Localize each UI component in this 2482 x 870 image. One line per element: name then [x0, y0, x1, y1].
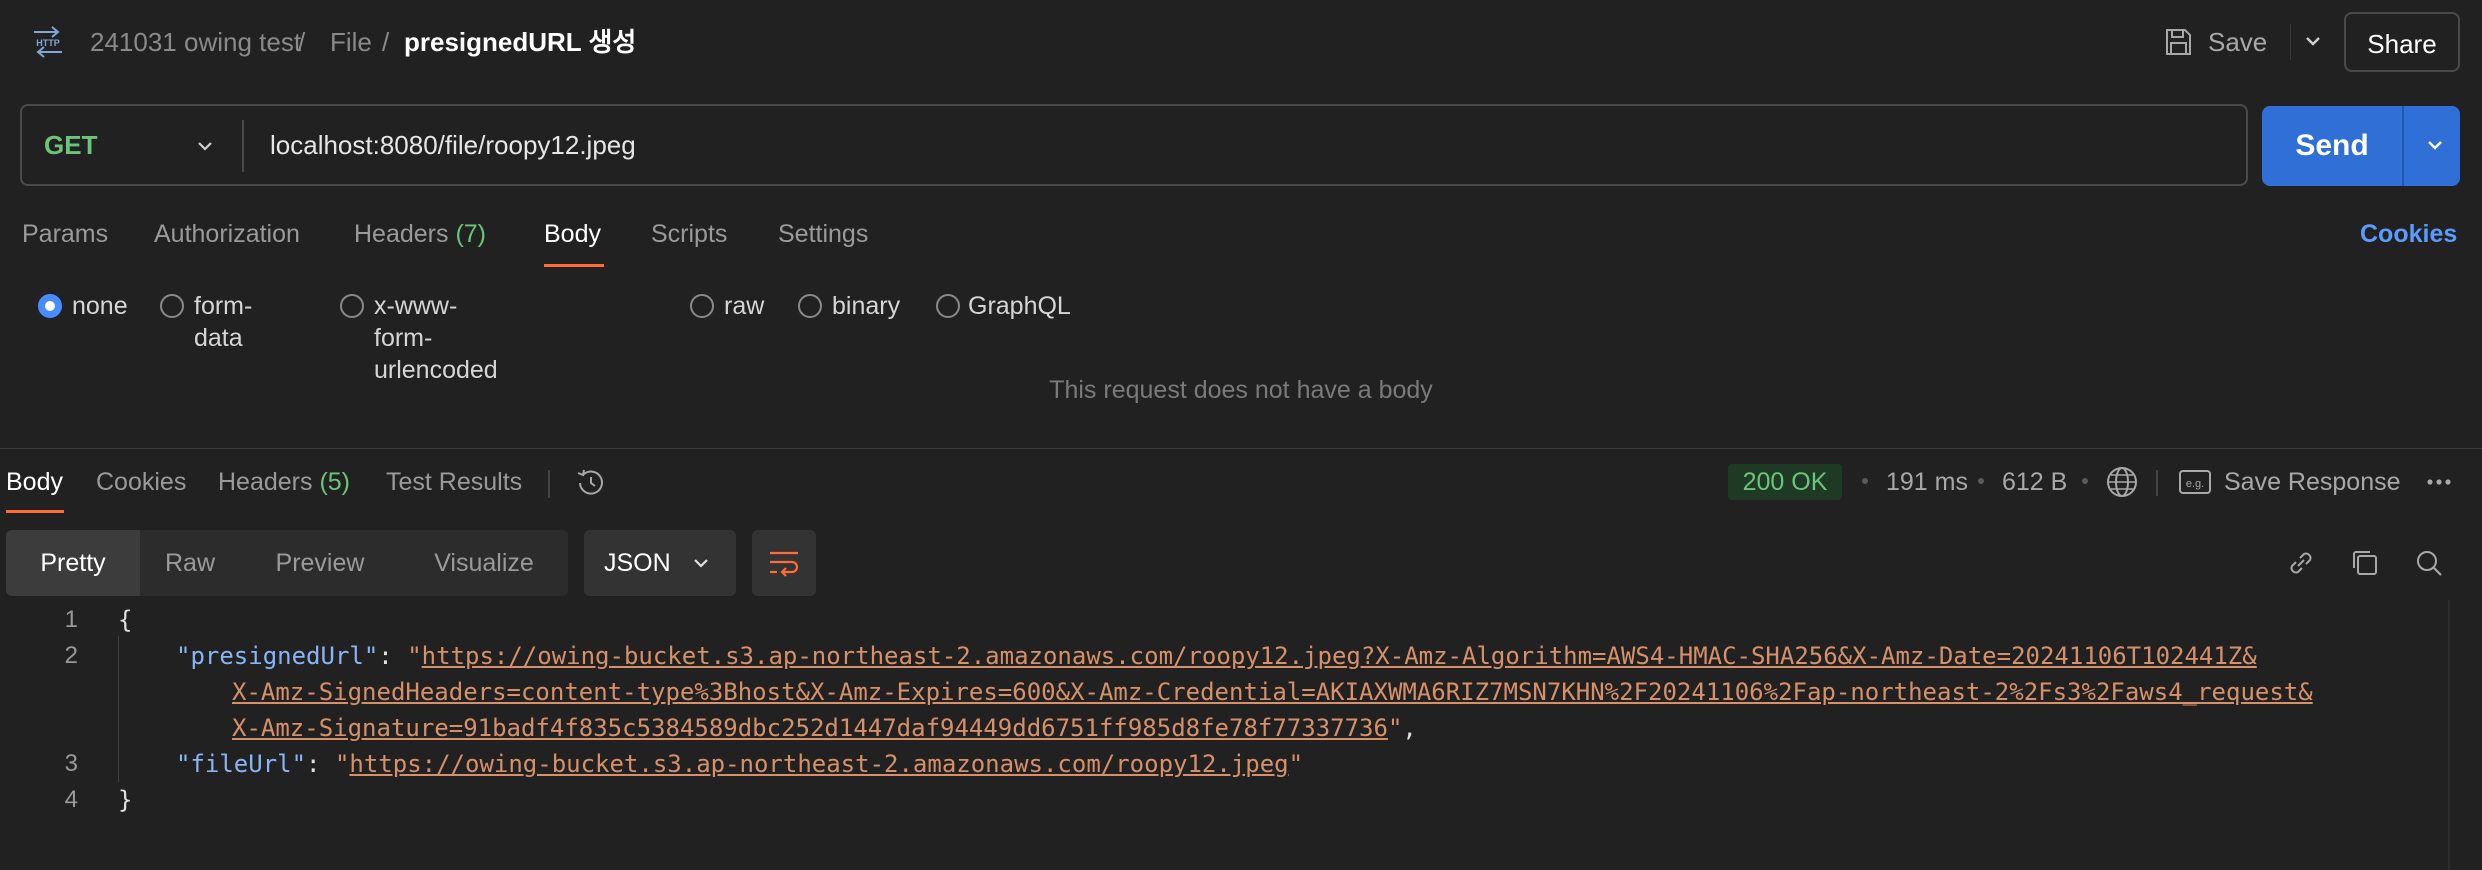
- status-badge[interactable]: 200 OK: [1728, 464, 1842, 500]
- format-preview[interactable]: Preview: [240, 530, 400, 596]
- json-close-brace: }: [118, 786, 133, 814]
- presigned-url-link[interactable]: X-Amz-Signature=91badf4f835c5384589dbc25…: [232, 714, 1388, 742]
- chevron-down-icon: [2306, 37, 2320, 46]
- request-title[interactable]: presignedURL 생성: [404, 26, 636, 58]
- format-visualize[interactable]: Visualize: [400, 530, 568, 596]
- radio-urlencoded-label[interactable]: x-www-form-urlencoded: [374, 290, 498, 386]
- response-tab-headers-count: (5): [319, 468, 351, 496]
- request-header: HTTP 241031 owing test / File / presigne…: [0, 0, 2482, 84]
- copy-icon[interactable]: [2348, 546, 2382, 580]
- radio-none-label[interactable]: none: [72, 290, 128, 322]
- json-line-presigned: "presignedUrl": "https://owing-bucket.s3…: [176, 642, 2257, 670]
- radio-graphql[interactable]: [936, 294, 960, 318]
- globe-icon[interactable]: [2104, 464, 2140, 500]
- response-tab-headers-label: Headers: [218, 468, 313, 496]
- json-line-presigned-wrap: X-Amz-Signature=91badf4f835c5384589dbc25…: [232, 714, 1417, 742]
- cookies-link[interactable]: Cookies: [2360, 218, 2457, 250]
- send-button[interactable]: Send: [2262, 106, 2402, 186]
- language-select-value: JSON: [604, 549, 671, 577]
- radio-form-data-label[interactable]: form-data: [194, 290, 252, 354]
- json-open-brace: {: [118, 606, 133, 634]
- format-raw[interactable]: Raw: [140, 530, 240, 596]
- search-icon[interactable]: [2412, 546, 2446, 580]
- svg-text:HTTP: HTTP: [36, 38, 60, 48]
- line-number: 4: [64, 786, 78, 813]
- save-icon[interactable]: [2162, 26, 2194, 58]
- toolbar-separator: [2156, 470, 2158, 496]
- svg-text:e.g.: e.g.: [2186, 478, 2204, 490]
- json-key-presigned-url: "presignedUrl": [176, 642, 379, 670]
- empty-body-message: This request does not have a body: [1049, 376, 1433, 404]
- tab-separator: [548, 470, 550, 498]
- more-icon[interactable]: [2424, 470, 2454, 494]
- language-select[interactable]: JSON: [584, 530, 736, 596]
- breadcrumb-folder[interactable]: File: [330, 26, 372, 58]
- tab-body[interactable]: Body: [544, 218, 601, 250]
- radio-binary[interactable]: [798, 294, 822, 318]
- url-input[interactable]: localhost:8080/file/roopy12.jpeg: [270, 106, 636, 184]
- tab-authorization[interactable]: Authorization: [154, 218, 300, 250]
- url-bar: GET localhost:8080/file/roopy12.jpeg: [20, 104, 2248, 186]
- breadcrumb-collection[interactable]: 241031 owing test: [90, 26, 301, 58]
- chevron-down-icon: [694, 559, 708, 568]
- response-time[interactable]: 191 ms: [1886, 466, 1968, 498]
- response-tab-headers[interactable]: Headers (5): [218, 466, 350, 498]
- link-icon[interactable]: [2284, 546, 2318, 580]
- tab-headers[interactable]: Headers (7): [354, 218, 486, 250]
- json-line-presigned-wrap: X-Amz-SignedHeaders=content-type%3Bhost&…: [232, 674, 2313, 710]
- json-line-file-url: "fileUrl": "https://owing-bucket.s3.ap-n…: [176, 750, 1304, 778]
- response-tab-body[interactable]: Body: [6, 466, 63, 498]
- history-icon[interactable]: [574, 466, 608, 500]
- scrollbar[interactable]: [2448, 600, 2450, 870]
- response-tab-cookies[interactable]: Cookies: [96, 466, 186, 498]
- presigned-url-link[interactable]: https://owing-bucket.s3.ap-northeast-2.a…: [422, 642, 2257, 670]
- send-divider: [2402, 106, 2404, 186]
- breadcrumb-separator: /: [298, 27, 306, 57]
- tab-params[interactable]: Params: [22, 218, 108, 250]
- method-select[interactable]: GET: [44, 106, 97, 184]
- meta-dot: [1978, 478, 1984, 484]
- format-segmented-control: Pretty Raw Preview Visualize: [6, 530, 568, 596]
- pane-divider[interactable]: [0, 448, 2482, 449]
- radio-none[interactable]: [38, 294, 62, 318]
- breadcrumb-separator: /: [382, 27, 390, 57]
- response-tab-test-results[interactable]: Test Results: [386, 466, 522, 498]
- line-number: 3: [64, 750, 78, 777]
- meta-dot: [1862, 478, 1868, 484]
- save-button[interactable]: Save: [2208, 26, 2267, 58]
- wrap-lines-button[interactable]: [752, 530, 816, 596]
- send-button-group: Send: [2262, 106, 2460, 186]
- chevron-down-icon[interactable]: [2420, 130, 2450, 160]
- tab-headers-label: Headers: [354, 220, 449, 248]
- indent-guide: [118, 636, 119, 782]
- tab-settings[interactable]: Settings: [778, 218, 868, 250]
- meta-dot: [2082, 478, 2088, 484]
- active-tab-indicator: [6, 510, 64, 513]
- example-icon[interactable]: e.g.: [2178, 468, 2212, 496]
- tab-headers-count: (7): [455, 220, 487, 248]
- save-options-button[interactable]: [2290, 24, 2335, 60]
- response-size[interactable]: 612 B: [2002, 466, 2067, 498]
- radio-form-data[interactable]: [160, 294, 184, 318]
- radio-binary-label[interactable]: binary: [832, 290, 900, 322]
- line-number: 1: [64, 606, 78, 633]
- presigned-url-link[interactable]: X-Amz-SignedHeaders=content-type%3Bhost&…: [232, 678, 2313, 706]
- radio-urlencoded[interactable]: [340, 294, 364, 318]
- wrap-icon: [770, 551, 799, 577]
- format-pretty[interactable]: Pretty: [6, 530, 140, 596]
- active-tab-indicator: [544, 264, 604, 267]
- json-key-file-url: "fileUrl": [176, 750, 307, 778]
- tab-scripts[interactable]: Scripts: [651, 218, 727, 250]
- http-icon: HTTP: [34, 26, 62, 58]
- radio-graphql-label[interactable]: GraphQL: [968, 290, 1071, 322]
- save-response-button[interactable]: Save Response: [2224, 466, 2401, 498]
- chevron-down-icon[interactable]: [190, 131, 220, 161]
- radio-raw-label[interactable]: raw: [724, 290, 764, 322]
- share-button[interactable]: Share: [2344, 12, 2460, 72]
- line-number: 2: [64, 642, 78, 669]
- radio-raw[interactable]: [690, 294, 714, 318]
- file-url-link[interactable]: https://owing-bucket.s3.ap-northeast-2.a…: [349, 750, 1288, 778]
- url-divider: [242, 120, 244, 172]
